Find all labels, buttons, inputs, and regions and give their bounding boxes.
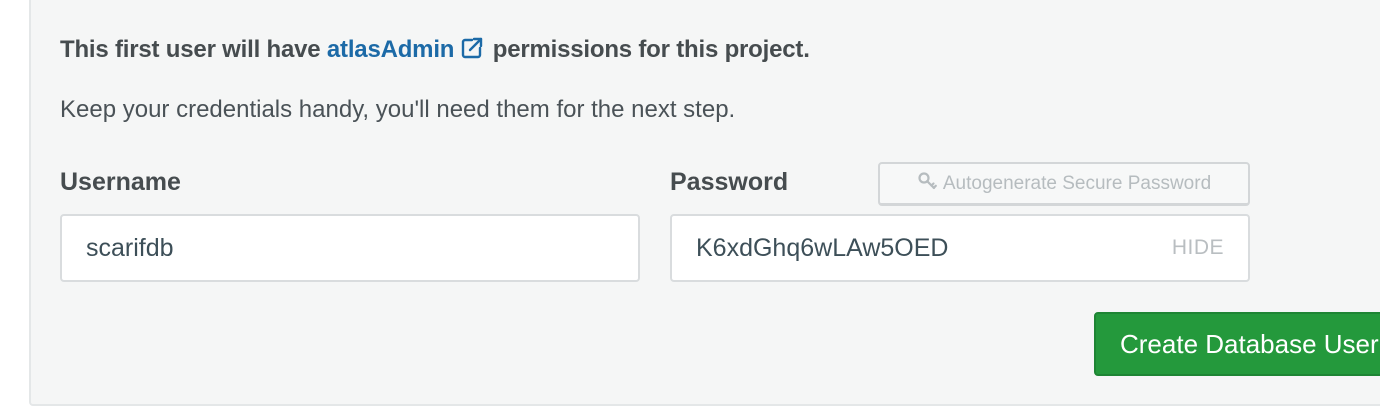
credentials-hint: Keep your credentials handy, you'll need…	[60, 96, 736, 123]
atlas-admin-link-label: atlasAdmin	[326, 36, 455, 63]
username-input[interactable]: scarifdb	[60, 214, 640, 282]
permissions-note-suffix: permissions for this project.	[486, 36, 810, 63]
autogenerate-password-label: Autogenerate Secure Password	[942, 172, 1212, 194]
hide-password-toggle[interactable]: HIDE	[1172, 236, 1224, 260]
key-icon	[917, 171, 941, 197]
permissions-note: This first user will have atlasAdmin per…	[60, 36, 810, 67]
external-link-icon	[460, 36, 484, 67]
password-value: K6xdGhq6wLAw5OED	[696, 233, 949, 262]
create-database-user-label: Create Database User	[1120, 328, 1379, 359]
create-database-user-button[interactable]: Create Database User	[1094, 312, 1380, 376]
username-value: scarifdb	[86, 233, 174, 262]
permissions-note-prefix: This first user will have	[60, 36, 327, 63]
username-label: Username	[60, 168, 181, 196]
password-label: Password	[670, 168, 789, 196]
atlas-admin-link[interactable]: atlasAdmin	[327, 36, 486, 63]
autogenerate-password-button[interactable]: Autogenerate Secure Password	[878, 162, 1250, 206]
password-input[interactable]: K6xdGhq6wLAw5OED HIDE	[670, 214, 1250, 282]
